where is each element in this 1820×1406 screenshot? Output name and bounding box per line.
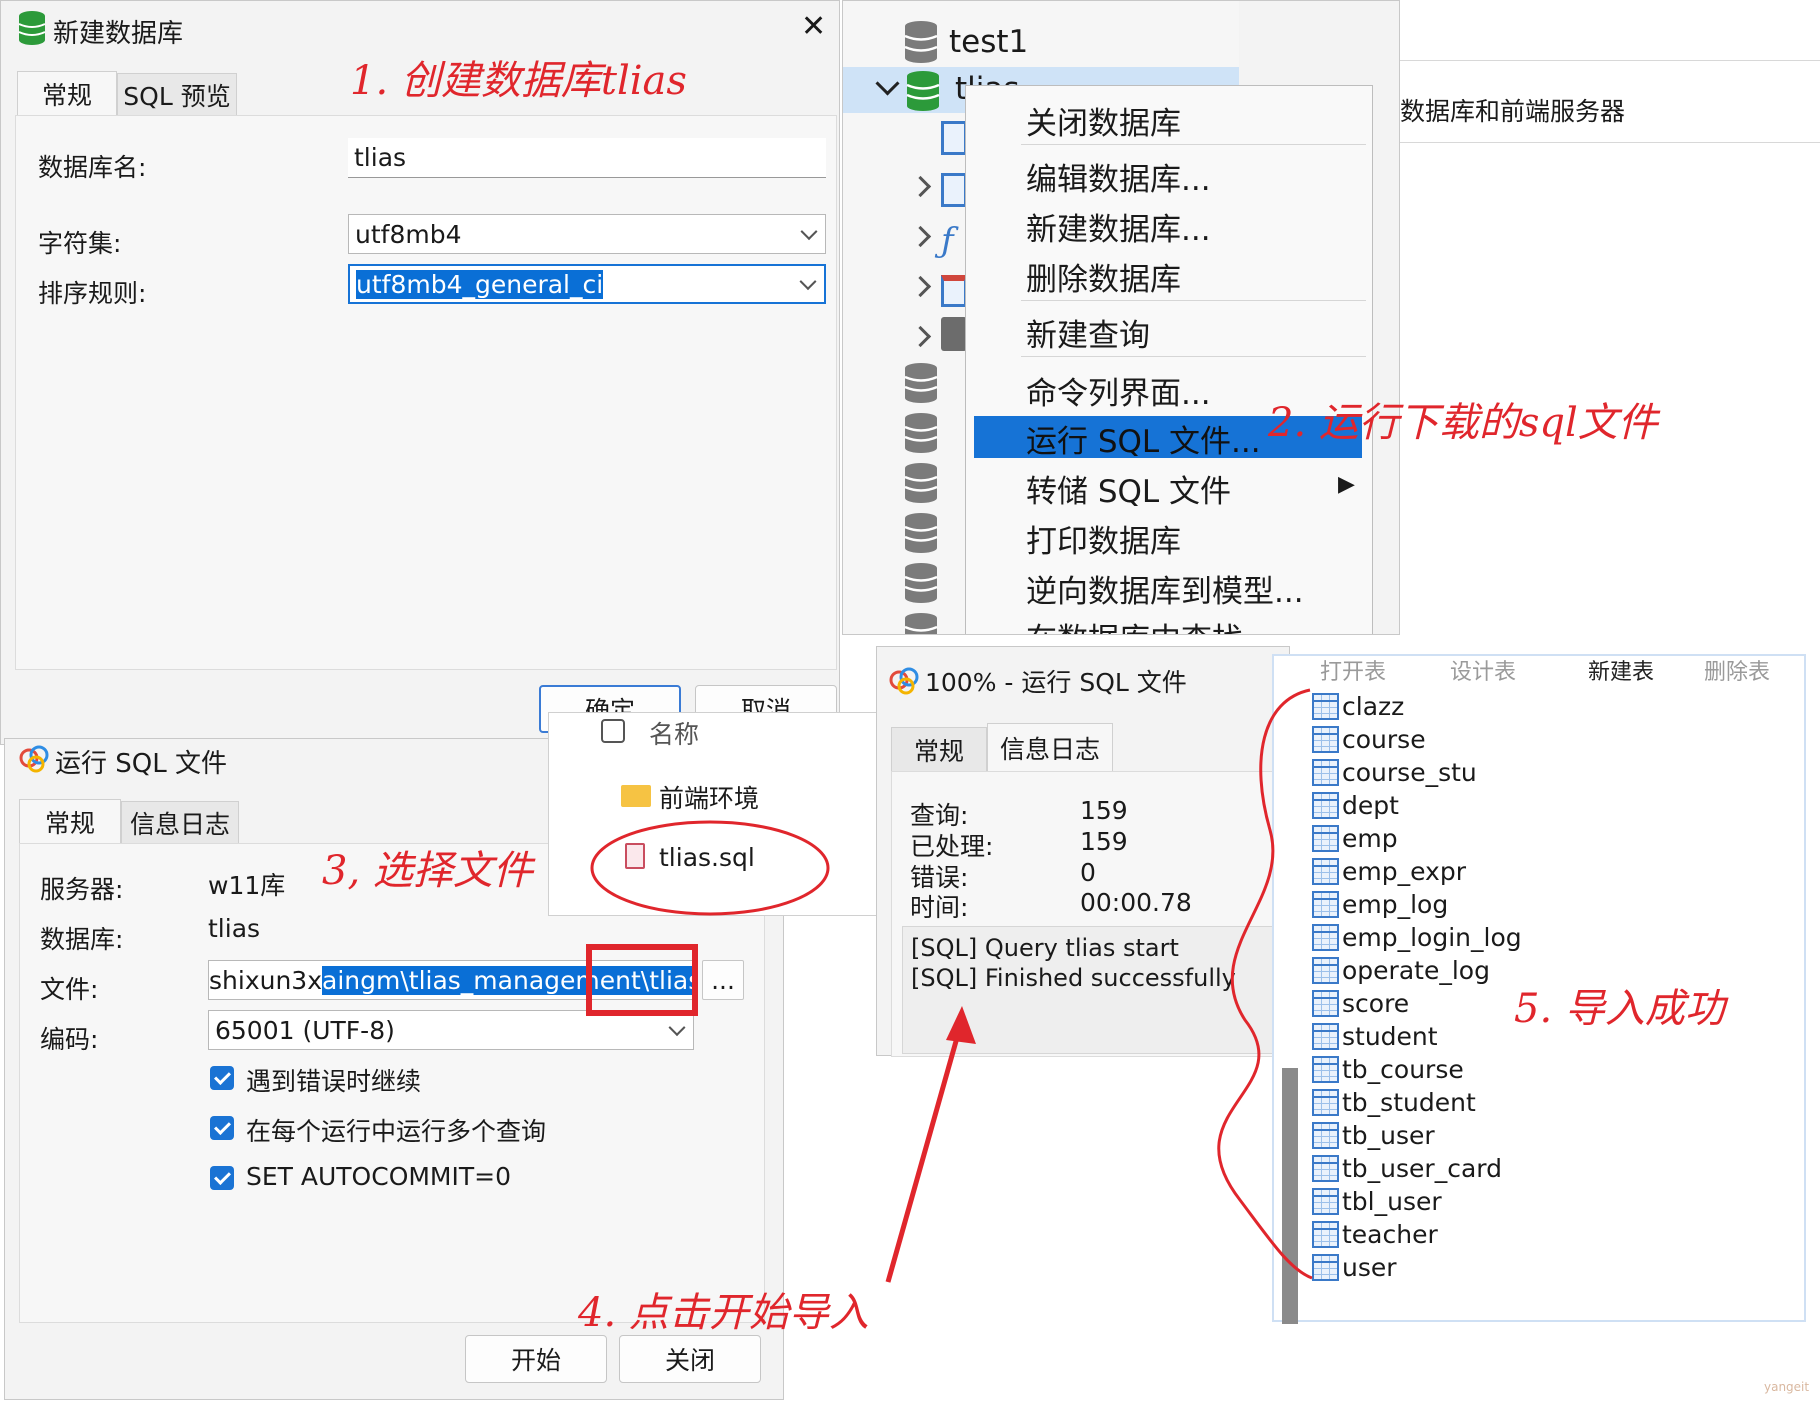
tlias-file-circle <box>590 820 830 916</box>
watermark: yangeit <box>1764 1380 1810 1394</box>
arrow-shaft <box>885 1019 965 1283</box>
tables-bracket <box>1217 688 1313 1280</box>
arrow-head <box>946 1006 976 1044</box>
annotation-overlay <box>590 688 1313 1283</box>
